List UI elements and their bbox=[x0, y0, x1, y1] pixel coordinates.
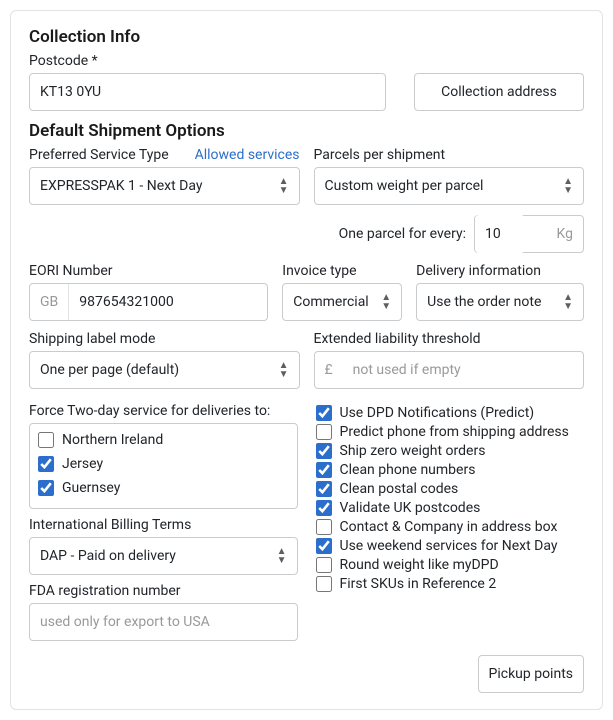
force-two-day-label: Force Two-day service for deliveries to: bbox=[29, 403, 298, 419]
preferred-service-label: Preferred Service Type bbox=[29, 147, 169, 163]
checkbox[interactable] bbox=[316, 538, 332, 554]
preferred-service-value: EXPRESSPAK 1 - Next Day bbox=[40, 178, 202, 194]
checkbox[interactable] bbox=[316, 519, 332, 535]
option-item[interactable]: Contact & Company in address box bbox=[316, 517, 585, 536]
one-parcel-label: One parcel for every: bbox=[339, 226, 466, 242]
force-two-day-item[interactable]: Northern Ireland bbox=[32, 428, 295, 452]
checkbox[interactable] bbox=[316, 405, 332, 421]
option-item-label: Use DPD Notifications (Predict) bbox=[340, 405, 535, 421]
chevron-updown-icon: ▲▼ bbox=[277, 548, 287, 565]
liability-currency: £ bbox=[315, 362, 343, 378]
checkbox[interactable] bbox=[316, 424, 332, 440]
force-two-day-item-label: Guernsey bbox=[62, 480, 120, 496]
checkbox[interactable] bbox=[316, 557, 332, 573]
label-mode-value: One per page (default) bbox=[40, 362, 179, 378]
label-mode-select[interactable]: One per page (default) ▲▼ bbox=[29, 351, 300, 389]
chevron-updown-icon: ▲▼ bbox=[279, 178, 289, 195]
shipment-heading: Default Shipment Options bbox=[29, 121, 584, 141]
option-item-label: Clean postal codes bbox=[340, 481, 459, 497]
parcels-per-shipment-value: Custom weight per parcel bbox=[325, 178, 484, 194]
checkbox[interactable] bbox=[316, 462, 332, 478]
option-item[interactable]: Predict phone from shipping address bbox=[316, 422, 585, 441]
collection-address-button[interactable]: Collection address bbox=[414, 73, 584, 111]
invoice-type-select[interactable]: Commercial ▲▼ bbox=[282, 283, 402, 321]
option-item-label: Round weight like myDPD bbox=[340, 557, 499, 573]
option-item[interactable]: Clean postal codes bbox=[316, 479, 585, 498]
option-item-label: Predict phone from shipping address bbox=[340, 424, 569, 440]
option-item[interactable]: Clean phone numbers bbox=[316, 460, 585, 479]
checkbox[interactable] bbox=[38, 456, 54, 472]
postcode-input[interactable] bbox=[29, 73, 386, 111]
fda-input[interactable] bbox=[29, 603, 298, 641]
checkbox[interactable] bbox=[316, 576, 332, 592]
one-parcel-unit: Kg bbox=[557, 226, 583, 242]
option-item-label: First SKUs in Reference 2 bbox=[340, 576, 497, 592]
allowed-services-link[interactable]: Allowed services bbox=[195, 147, 300, 163]
fda-label: FDA registration number bbox=[29, 583, 298, 599]
checkbox[interactable] bbox=[38, 480, 54, 496]
liability-input[interactable] bbox=[343, 352, 583, 388]
delivery-info-value: Use the order note bbox=[427, 294, 541, 310]
one-parcel-weight-input-wrap: Kg bbox=[474, 215, 584, 253]
option-item-label: Use weekend services for Next Day bbox=[340, 538, 558, 554]
force-two-day-item-label: Northern Ireland bbox=[62, 432, 163, 448]
eori-input[interactable] bbox=[69, 284, 267, 320]
force-two-day-list[interactable]: Northern Ireland Jersey Guernsey bbox=[29, 423, 298, 509]
chevron-updown-icon: ▲▼ bbox=[381, 294, 391, 311]
eori-label: EORI Number bbox=[29, 263, 268, 279]
force-two-day-item[interactable]: Guernsey bbox=[32, 476, 295, 500]
option-item-label: Clean phone numbers bbox=[340, 462, 476, 478]
checkbox[interactable] bbox=[316, 481, 332, 497]
delivery-info-label: Delivery information bbox=[416, 263, 584, 279]
option-item-label: Validate UK postcodes bbox=[340, 500, 481, 516]
one-parcel-weight-input[interactable] bbox=[475, 215, 525, 253]
label-mode-label: Shipping label mode bbox=[29, 331, 300, 347]
force-two-day-item[interactable]: Jersey bbox=[32, 452, 295, 476]
force-two-day-item-label: Jersey bbox=[62, 456, 103, 472]
preferred-service-select[interactable]: EXPRESSPAK 1 - Next Day ▲▼ bbox=[29, 167, 300, 205]
option-item[interactable]: Validate UK postcodes bbox=[316, 498, 585, 517]
intl-billing-label: International Billing Terms bbox=[29, 517, 298, 533]
option-item[interactable]: First SKUs in Reference 2 bbox=[316, 574, 585, 593]
chevron-updown-icon: ▲▼ bbox=[563, 294, 573, 311]
eori-prefix: GB bbox=[30, 284, 69, 320]
options-list: Use DPD Notifications (Predict) Predict p… bbox=[316, 403, 585, 641]
checkbox[interactable] bbox=[316, 443, 332, 459]
option-item[interactable]: Use DPD Notifications (Predict) bbox=[316, 403, 585, 422]
pickup-points-button[interactable]: Pickup points bbox=[478, 655, 585, 693]
settings-card: Collection Info Postcode * Collection ad… bbox=[10, 10, 603, 710]
collection-heading: Collection Info bbox=[29, 27, 584, 47]
eori-input-wrap: GB bbox=[29, 283, 268, 321]
option-item-label: Contact & Company in address box bbox=[340, 519, 558, 535]
option-item[interactable]: Round weight like myDPD bbox=[316, 555, 585, 574]
delivery-info-select[interactable]: Use the order note ▲▼ bbox=[416, 283, 584, 321]
invoice-type-value: Commercial bbox=[293, 294, 368, 310]
option-item[interactable]: Ship zero weight orders bbox=[316, 441, 585, 460]
postcode-label: Postcode * bbox=[29, 53, 584, 69]
parcels-per-shipment-label: Parcels per shipment bbox=[314, 147, 585, 163]
intl-billing-value: DAP - Paid on delivery bbox=[40, 548, 176, 564]
liability-label: Extended liability threshold bbox=[314, 331, 585, 347]
invoice-type-label: Invoice type bbox=[282, 263, 402, 279]
intl-billing-select[interactable]: DAP - Paid on delivery ▲▼ bbox=[29, 537, 298, 575]
parcels-per-shipment-select[interactable]: Custom weight per parcel ▲▼ bbox=[314, 167, 585, 205]
checkbox[interactable] bbox=[38, 432, 54, 448]
chevron-updown-icon: ▲▼ bbox=[563, 178, 573, 195]
option-item[interactable]: Use weekend services for Next Day bbox=[316, 536, 585, 555]
option-item-label: Ship zero weight orders bbox=[340, 443, 486, 459]
chevron-updown-icon: ▲▼ bbox=[279, 362, 289, 379]
checkbox[interactable] bbox=[316, 500, 332, 516]
